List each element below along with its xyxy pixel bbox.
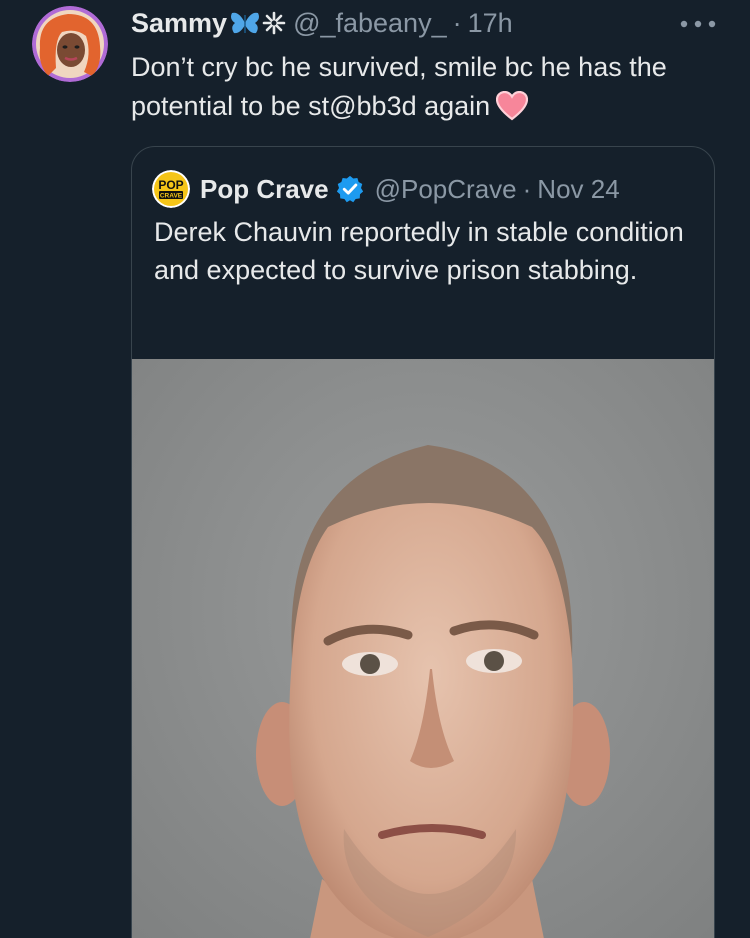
quoted-tweet-text: Derek Chauvin reportedly in stable condi… (154, 217, 684, 285)
quoted-author-avatar[interactable]: POP CRAVE (152, 170, 190, 208)
heart-icon (496, 91, 529, 121)
quoted-tweet-date[interactable]: Nov 24 (537, 174, 619, 205)
tweet-text: Don’t cry bc he survived, smile bc he ha… (131, 48, 721, 126)
sparkle-icon (262, 11, 286, 35)
logo-text-bottom: CRAVE (160, 193, 183, 200)
tweet-header: Sammy @_fabeany_ · 17h (131, 4, 513, 42)
verified-badge-icon (336, 175, 363, 203)
quoted-tweet-photo[interactable] (132, 359, 714, 938)
quoted-separator: · (522, 173, 532, 204)
quoted-tweet-header: POP CRAVE Pop Crave @PopCrave · Nov 24 (152, 170, 620, 208)
logo-text-top: POP (158, 178, 183, 192)
quoted-author-handle[interactable]: @PopCrave (375, 174, 517, 205)
separator: · (452, 7, 462, 38)
author-handle[interactable]: @_fabeany_ (293, 8, 447, 39)
quoted-tweet[interactable]: POP CRAVE Pop Crave @PopCrave · Nov 24 D… (131, 146, 715, 938)
butterfly-icon (231, 12, 260, 34)
more-options-icon[interactable] (676, 14, 720, 34)
tweet-timestamp[interactable]: 17h (468, 8, 513, 39)
quoted-author-display-name[interactable]: Pop Crave (200, 174, 329, 205)
author-display-name[interactable]: Sammy (131, 8, 227, 39)
author-avatar[interactable] (32, 6, 108, 82)
tweet-text-content: Don’t cry bc he survived, smile bc he ha… (131, 52, 667, 121)
tweet[interactable]: Sammy @_fabeany_ · 17h Don’t cry bc he s… (0, 0, 750, 938)
name-emojis (229, 9, 287, 37)
